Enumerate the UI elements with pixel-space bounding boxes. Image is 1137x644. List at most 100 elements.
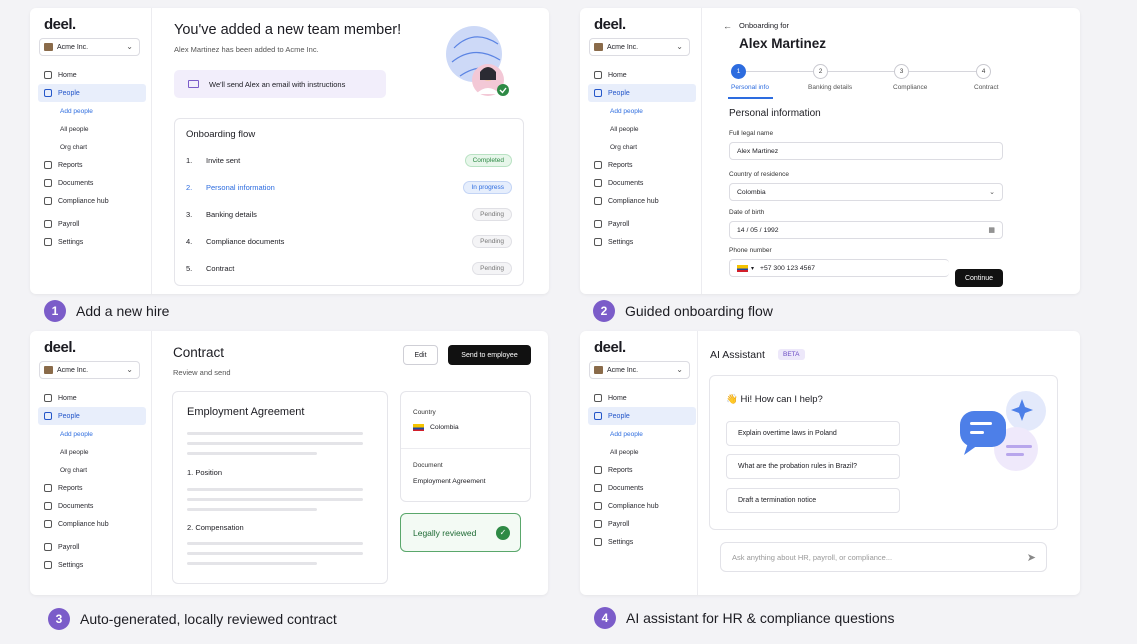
- sidebar-subitem-all-people[interactable]: All people: [588, 443, 696, 461]
- flow-row-personal-info[interactable]: 2. Personal information In progress: [186, 180, 512, 194]
- documents-icon: [44, 179, 52, 187]
- dob-label: Date of birth: [729, 209, 765, 216]
- dob-field[interactable]: 14 / 05 / 1992 ▦: [729, 221, 1003, 239]
- sidebar-subitem-add-people[interactable]: Add people: [38, 102, 146, 120]
- sidebar-subitem-org-chart[interactable]: Org chart: [588, 138, 696, 156]
- sidebar-item-settings[interactable]: Settings: [38, 233, 146, 251]
- assistant-input[interactable]: Ask anything about HR, payroll, or compl…: [720, 542, 1047, 572]
- sidebar-item-settings[interactable]: Settings: [588, 533, 696, 551]
- company-switcher[interactable]: Acme Inc. ⌄: [589, 361, 690, 379]
- country-value: Colombia: [737, 188, 766, 196]
- back-arrow-icon[interactable]: ←: [723, 21, 732, 31]
- country-label: Country of residence: [729, 171, 789, 178]
- step-4[interactable]: 4: [976, 64, 991, 79]
- suggestion-chip[interactable]: Draft a termination notice: [726, 488, 900, 513]
- sidebar-nav: Home People Add people All people Org ch…: [588, 66, 696, 251]
- sidebar-item-reports[interactable]: Reports: [588, 461, 696, 479]
- caption-text: Add a new hire: [76, 303, 170, 319]
- step-2[interactable]: 2: [813, 64, 828, 79]
- sidebar-item-reports[interactable]: Reports: [38, 156, 146, 174]
- gear-icon: [594, 238, 602, 246]
- sidebar-item-documents[interactable]: Documents: [588, 174, 696, 192]
- panel-ai-assistant: deel. Acme Inc. ⌄ Home People Add people…: [580, 331, 1080, 595]
- reports-icon: [44, 484, 52, 492]
- sidebar-item-label: Documents: [608, 484, 644, 492]
- colombia-flag-icon: [737, 264, 748, 272]
- document-value: Employment Agreement: [413, 478, 486, 485]
- sidebar-item-reports[interactable]: Reports: [38, 479, 146, 497]
- sidebar-item-home[interactable]: Home: [588, 66, 696, 84]
- sidebar-item-people[interactable]: People: [38, 84, 146, 102]
- sidebar-item-settings[interactable]: Settings: [38, 556, 146, 574]
- sidebar-subitem-all-people[interactable]: All people: [588, 120, 696, 138]
- suggestion-chip[interactable]: What are the probation rules in Brazil?: [726, 454, 900, 479]
- sidebar-item-label: Reports: [608, 466, 633, 474]
- sidebar-item-documents[interactable]: Documents: [588, 479, 696, 497]
- sidebar-subitem-org-chart[interactable]: Org chart: [38, 461, 146, 479]
- phone-field[interactable]: ▾ +57 300 123 4567: [729, 259, 949, 277]
- step-number-badge: 1: [44, 300, 66, 322]
- send-to-employee-button[interactable]: Send to employee: [448, 345, 531, 365]
- flow-row-compliance[interactable]: 4. Compliance documents Pending: [186, 234, 512, 248]
- suggestion-chip[interactable]: Explain overtime laws in Poland: [726, 421, 900, 446]
- sidebar-item-reports[interactable]: Reports: [588, 156, 696, 174]
- sidebar-subitem-add-people[interactable]: Add people: [38, 425, 146, 443]
- payroll-icon: [594, 220, 602, 228]
- shield-icon: [44, 197, 52, 205]
- sidebar-item-people[interactable]: People: [588, 84, 696, 102]
- step-3[interactable]: 3: [894, 64, 909, 79]
- flow-row-banking[interactable]: 3. Banking details Pending: [186, 207, 512, 221]
- sidebar-subitem-add-people[interactable]: Add people: [588, 102, 696, 120]
- page-title: Contract: [173, 345, 225, 360]
- sidebar-item-home[interactable]: Home: [588, 389, 696, 407]
- sidebar-item-compliance-hub[interactable]: Compliance hub: [588, 192, 696, 210]
- country-select[interactable]: Colombia ⌄: [729, 183, 1003, 201]
- step-label-banking: Banking details: [808, 84, 853, 91]
- sidebar-item-label: Settings: [58, 238, 84, 246]
- sidebar-item-payroll[interactable]: Payroll: [588, 515, 696, 533]
- caption-3: 3 Auto-generated, locally reviewed contr…: [48, 608, 337, 630]
- chevron-down-icon: ▾: [751, 265, 755, 272]
- sidebar-item-home[interactable]: Home: [38, 66, 146, 84]
- sidebar-item-payroll[interactable]: Payroll: [38, 538, 146, 556]
- panel-contract: deel. Acme Inc. ⌄ Home People Add people…: [30, 331, 548, 595]
- sidebar-item-payroll[interactable]: Payroll: [38, 215, 146, 233]
- people-icon: [44, 412, 52, 420]
- calendar-icon[interactable]: ▦: [988, 226, 995, 234]
- sidebar-item-home[interactable]: Home: [38, 389, 146, 407]
- sidebar-item-label: People: [58, 412, 80, 420]
- company-switcher[interactable]: Acme Inc. ⌄: [39, 38, 140, 56]
- flow-row-contract[interactable]: 5. Contract Pending: [186, 261, 512, 275]
- flow-row-invite[interactable]: 1. Invite sent Completed: [186, 153, 512, 167]
- sidebar-item-compliance-hub[interactable]: Compliance hub: [38, 515, 146, 533]
- status-badge: Pending: [472, 234, 512, 248]
- legal-name-field[interactable]: Alex Martinez: [729, 142, 1003, 160]
- edit-button[interactable]: Edit: [403, 345, 438, 365]
- continue-button[interactable]: Continue: [955, 269, 1003, 287]
- sidebar-item-people[interactable]: People: [38, 407, 146, 425]
- sidebar-item-settings[interactable]: Settings: [588, 233, 696, 251]
- sidebar-item-people[interactable]: People: [588, 407, 696, 425]
- payroll-icon: [594, 520, 602, 528]
- sidebar-item-compliance-hub[interactable]: Compliance hub: [38, 192, 146, 210]
- sidebar-item-documents[interactable]: Documents: [38, 174, 146, 192]
- sidebar-item-label: Payroll: [608, 220, 630, 228]
- send-icon[interactable]: ➤: [1027, 551, 1036, 564]
- step-number-badge: 4: [594, 607, 616, 629]
- sidebar-subitem-all-people[interactable]: All people: [38, 443, 146, 461]
- sidebar-item-compliance-hub[interactable]: Compliance hub: [588, 497, 696, 515]
- company-switcher[interactable]: Acme Inc. ⌄: [589, 38, 690, 56]
- sidebar-item-payroll[interactable]: Payroll: [588, 215, 696, 233]
- company-switcher[interactable]: Acme Inc. ⌄: [39, 361, 140, 379]
- sidebar-subitem-all-people[interactable]: All people: [38, 120, 146, 138]
- sidebar-subitem-add-people[interactable]: Add people: [588, 425, 696, 443]
- gear-icon: [44, 238, 52, 246]
- sidebar-item-documents[interactable]: Documents: [38, 497, 146, 515]
- step-1[interactable]: 1: [731, 64, 746, 79]
- text-placeholder-line: [187, 542, 363, 545]
- sidebar-item-label: Payroll: [58, 220, 80, 228]
- sidebar-subitem-org-chart[interactable]: Org chart: [38, 138, 146, 156]
- deel-logo: deel.: [44, 339, 76, 356]
- home-icon: [44, 394, 52, 402]
- text-placeholder-line: [187, 552, 363, 555]
